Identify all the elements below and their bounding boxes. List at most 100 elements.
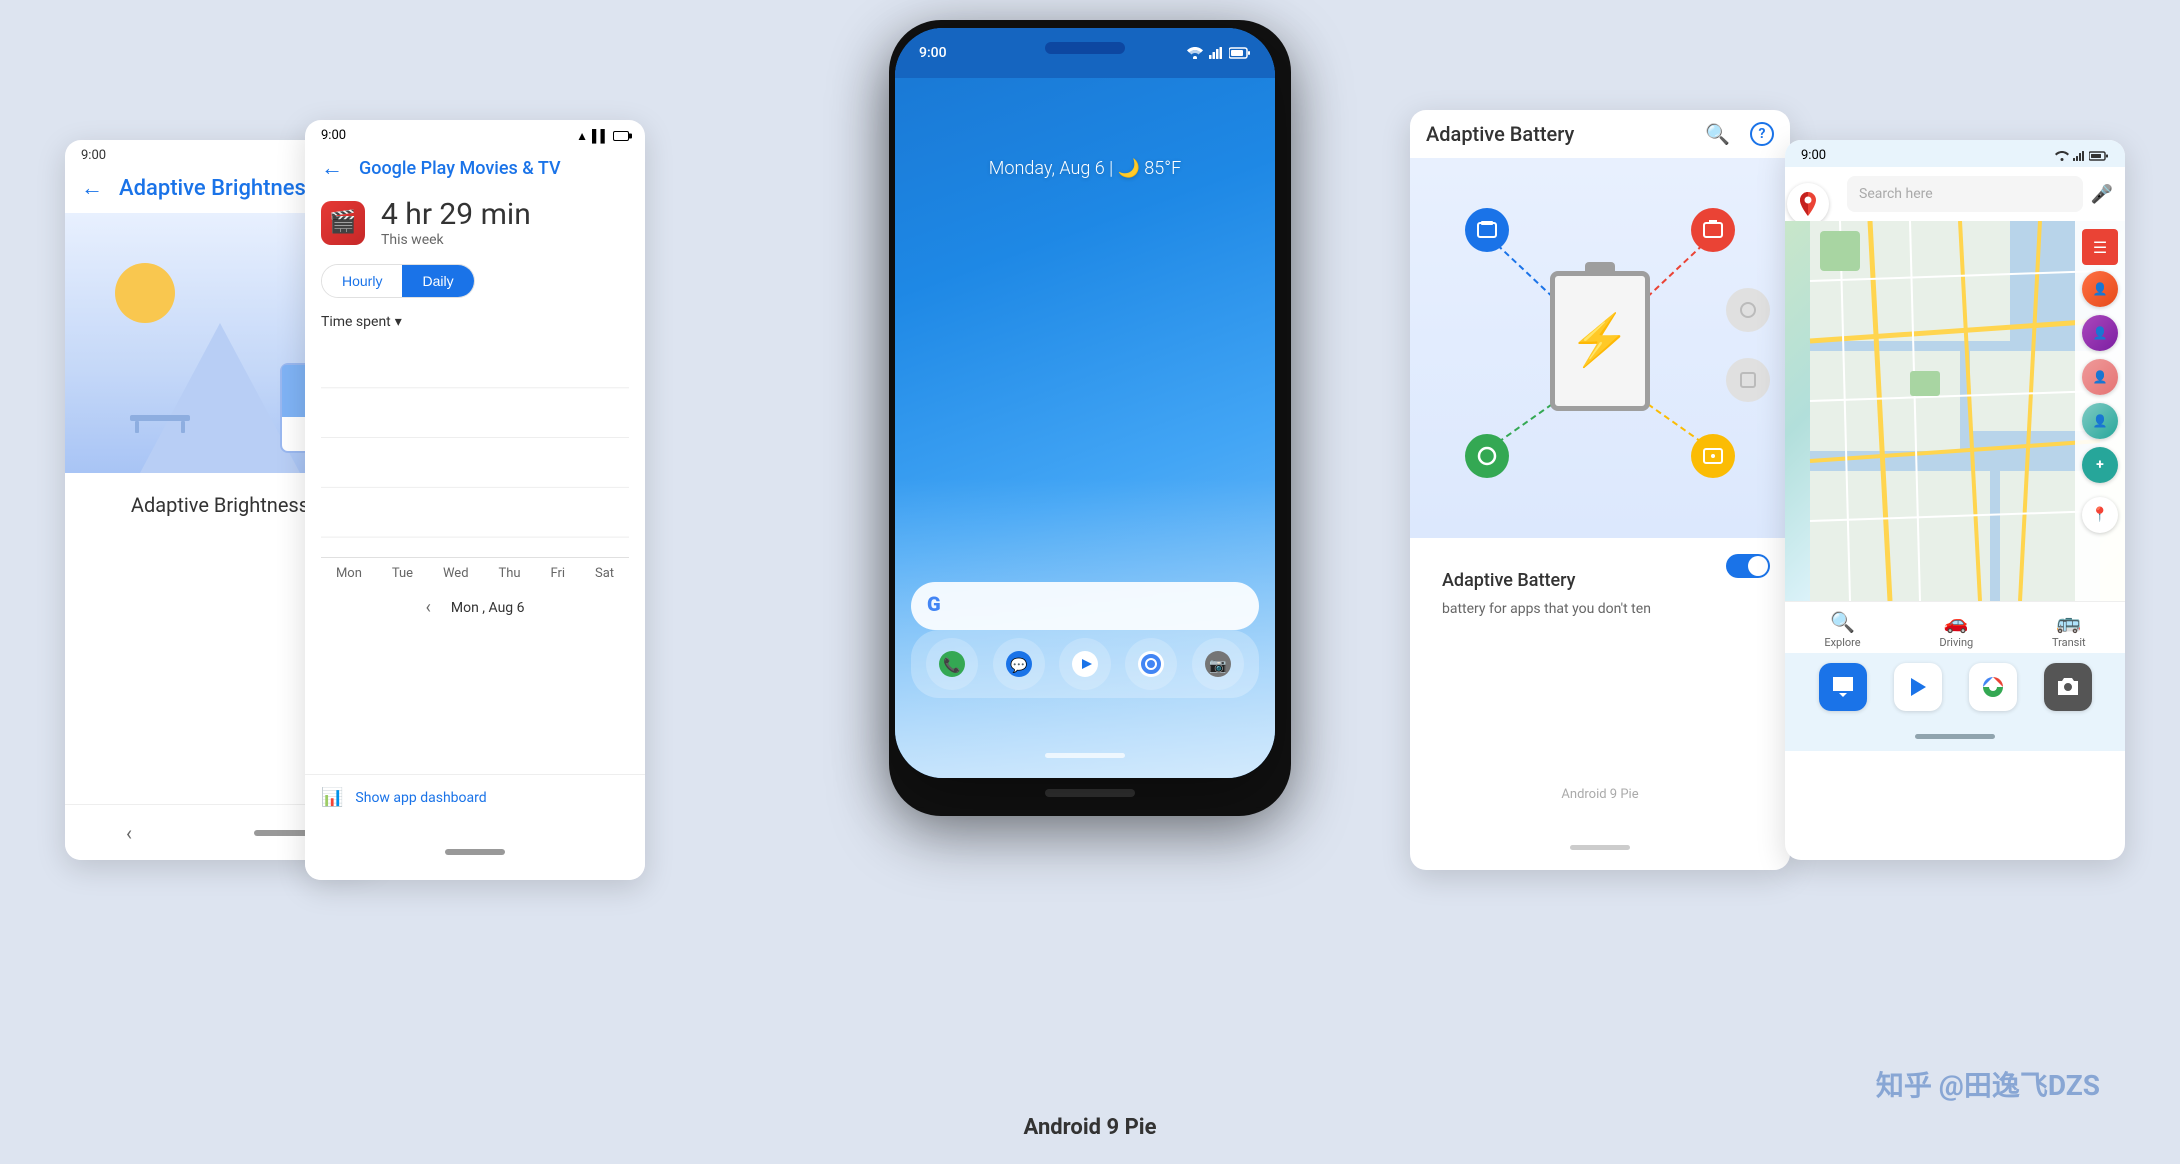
dw-time-label: This week	[381, 232, 531, 248]
cp-battery-icon	[1229, 47, 1251, 59]
cp-dock-camera[interactable]: 📷	[1192, 638, 1244, 690]
cp-dock-chrome[interactable]	[1125, 638, 1177, 690]
dw-day-fri: Fri	[550, 566, 565, 581]
cp-chrome-icon	[1138, 651, 1164, 677]
cp-status-icons	[1187, 47, 1251, 59]
gm-nav-transit[interactable]: 🚌 Transit	[2052, 610, 2086, 649]
abat-toolbar: Adaptive Battery 🔍 ?	[1410, 110, 1790, 158]
abat-help-icon[interactable]: ?	[1750, 122, 1774, 146]
dw-back-button[interactable]: ←	[321, 155, 343, 181]
svg-text:📷: 📷	[1209, 658, 1226, 674]
digital-wellbeing-card: 9:00 ▲ ▌▌ ← Google Play Movies & TV 🎬 4 …	[305, 120, 645, 880]
gm-dock-messages[interactable]	[1819, 663, 1867, 711]
gm-search-input[interactable]: Search here	[1847, 176, 2083, 212]
abat-toggle[interactable]	[1726, 554, 1770, 578]
dw-nav-date: Mon , Aug 6	[451, 600, 525, 616]
gm-home-bar	[1785, 721, 2125, 751]
gm-status-icons	[2055, 151, 2109, 161]
abat-battery-main: ⚡	[1550, 271, 1650, 411]
dw-nav-prev[interactable]: ‹	[425, 597, 430, 618]
main-container: 9:00 ▲ ▌▌ ← Adaptive Brightness	[0, 0, 2180, 1164]
abat-battery-tip	[1585, 262, 1615, 272]
gm-nav-driving[interactable]: 🚗 Driving	[1939, 610, 1973, 649]
cp-home-indicator	[1045, 753, 1125, 758]
cp-status-time: 9:00	[919, 45, 947, 61]
ab-nav-back-arrow[interactable]: ‹	[126, 821, 132, 845]
cp-play-icon	[1072, 651, 1098, 677]
abat-search-icon[interactable]: 🔍	[1705, 122, 1730, 146]
cp-camera-icon: 📷	[1205, 651, 1231, 677]
dw-app-icon-symbol: 🎬	[329, 210, 356, 235]
dw-toolbar: ← Google Play Movies & TV	[305, 151, 645, 193]
dw-dropdown[interactable]: Time spent ▾	[305, 306, 645, 338]
gm-dock-chrome-icon	[1981, 675, 2005, 699]
dw-dropdown-label: Time spent	[321, 314, 391, 330]
gm-avatar-2[interactable]: 👤	[2082, 315, 2118, 351]
center-phone-outer: 9:00	[889, 20, 1291, 816]
abat-icons: 🔍 ?	[1705, 122, 1774, 146]
abat-title: Adaptive Battery	[1426, 122, 1705, 146]
abat-adaptive-title: Adaptive Battery	[1426, 554, 1774, 599]
dw-dashboard-icon: 📊	[321, 787, 343, 808]
gm-battery-icon	[2089, 151, 2109, 161]
adaptive-battery-card: Adaptive Battery 🔍 ? ⚡	[1410, 110, 1790, 870]
google-maps-card: 9:00	[1785, 140, 2125, 860]
gm-teal-icon[interactable]: +	[2082, 447, 2118, 483]
cp-dock-phone[interactable]: 📞	[926, 638, 978, 690]
gm-map-svg	[1785, 221, 2125, 601]
gm-dock-play[interactable]	[1894, 663, 1942, 711]
cp-search-bar[interactable]: G	[911, 582, 1259, 630]
gm-bottom-nav: 🔍 Explore 🚗 Driving 🚌 Transit	[1785, 601, 2125, 653]
dw-wifi-icon: ▲	[576, 129, 588, 143]
dw-app-row: 🎬 4 hr 29 min This week	[305, 193, 645, 256]
cp-dock-play[interactable]	[1059, 638, 1111, 690]
dw-tab-daily[interactable]: Daily	[402, 265, 473, 297]
gm-avatar-3[interactable]: 👤	[2082, 359, 2118, 395]
dw-tab-hourly[interactable]: Hourly	[322, 265, 402, 297]
dw-signal-icon: ▌▌	[592, 129, 609, 143]
dw-day-tue: Tue	[392, 566, 413, 581]
abat-adaptive-row: Adaptive Battery battery for apps that y…	[1410, 538, 1790, 644]
gm-search-row: Search here 🎤	[1785, 167, 2125, 221]
abat-illustration: ⚡	[1410, 158, 1790, 538]
cp-dock: 📞 💬	[911, 630, 1259, 698]
dw-show-dashboard-btn[interactable]: 📊 Show app dashboard	[305, 774, 645, 820]
abat-adaptive-desc: battery for apps that you don't ten	[1426, 599, 1774, 628]
gm-dock-messages-icon	[1831, 675, 1855, 699]
dw-status-icons: ▲ ▌▌	[576, 129, 629, 143]
gm-hamburger-btn[interactable]: ☰	[2082, 229, 2118, 265]
cp-phone-icon: 📞	[939, 651, 965, 677]
center-phone-wrapper: 9:00	[889, 20, 1291, 816]
abat-orbit-yellow	[1691, 434, 1735, 478]
abat-orbit-blue	[1465, 208, 1509, 252]
gm-status-bar: 9:00	[1785, 140, 2125, 167]
dw-battery-icon	[613, 131, 629, 141]
gm-location-btn[interactable]: 📍	[2082, 497, 2118, 533]
ab-back-button[interactable]: ←	[81, 175, 103, 201]
gm-dock-chrome[interactable]	[1969, 663, 2017, 711]
cp-signal-icon	[1209, 47, 1223, 59]
gm-mic-icon[interactable]: 🎤	[2091, 184, 2113, 205]
gm-avatar-4[interactable]: 👤	[2082, 403, 2118, 439]
abat-version-label: Android 9 Pie	[1410, 779, 1790, 810]
page-caption: Android 9 Pie	[1024, 1115, 1157, 1140]
center-phone: 9:00	[895, 28, 1275, 778]
gm-dock-camera[interactable]	[2044, 663, 2092, 711]
dw-status-bar: 9:00 ▲ ▌▌	[305, 120, 645, 151]
gm-map[interactable]: ☰ 👤 👤 👤 👤 + 📍	[1785, 221, 2125, 601]
dw-day-thu: Thu	[498, 566, 520, 581]
cp-speaker	[1045, 42, 1125, 54]
dw-chart-svg	[321, 338, 629, 557]
dw-nav-row: ‹ Mon , Aug 6	[305, 589, 645, 626]
gm-nav-transit-label: Transit	[2052, 636, 2086, 649]
cp-date-weather: Monday, Aug 6 | 🌙 85°F	[895, 158, 1275, 179]
cp-dock-messages[interactable]: 💬	[993, 638, 1045, 690]
abat-orbit-green	[1465, 434, 1509, 478]
gm-nav-explore[interactable]: 🔍 Explore	[1824, 610, 1860, 649]
dw-time-section: 4 hr 29 min This week	[381, 197, 531, 248]
ab-sun-icon	[115, 263, 175, 323]
gm-wifi-icon	[2055, 151, 2069, 161]
svg-text:💬: 💬	[1010, 657, 1028, 674]
abat-toggle-knob	[1748, 556, 1768, 576]
gm-avatar-1[interactable]: 👤	[2082, 271, 2118, 307]
